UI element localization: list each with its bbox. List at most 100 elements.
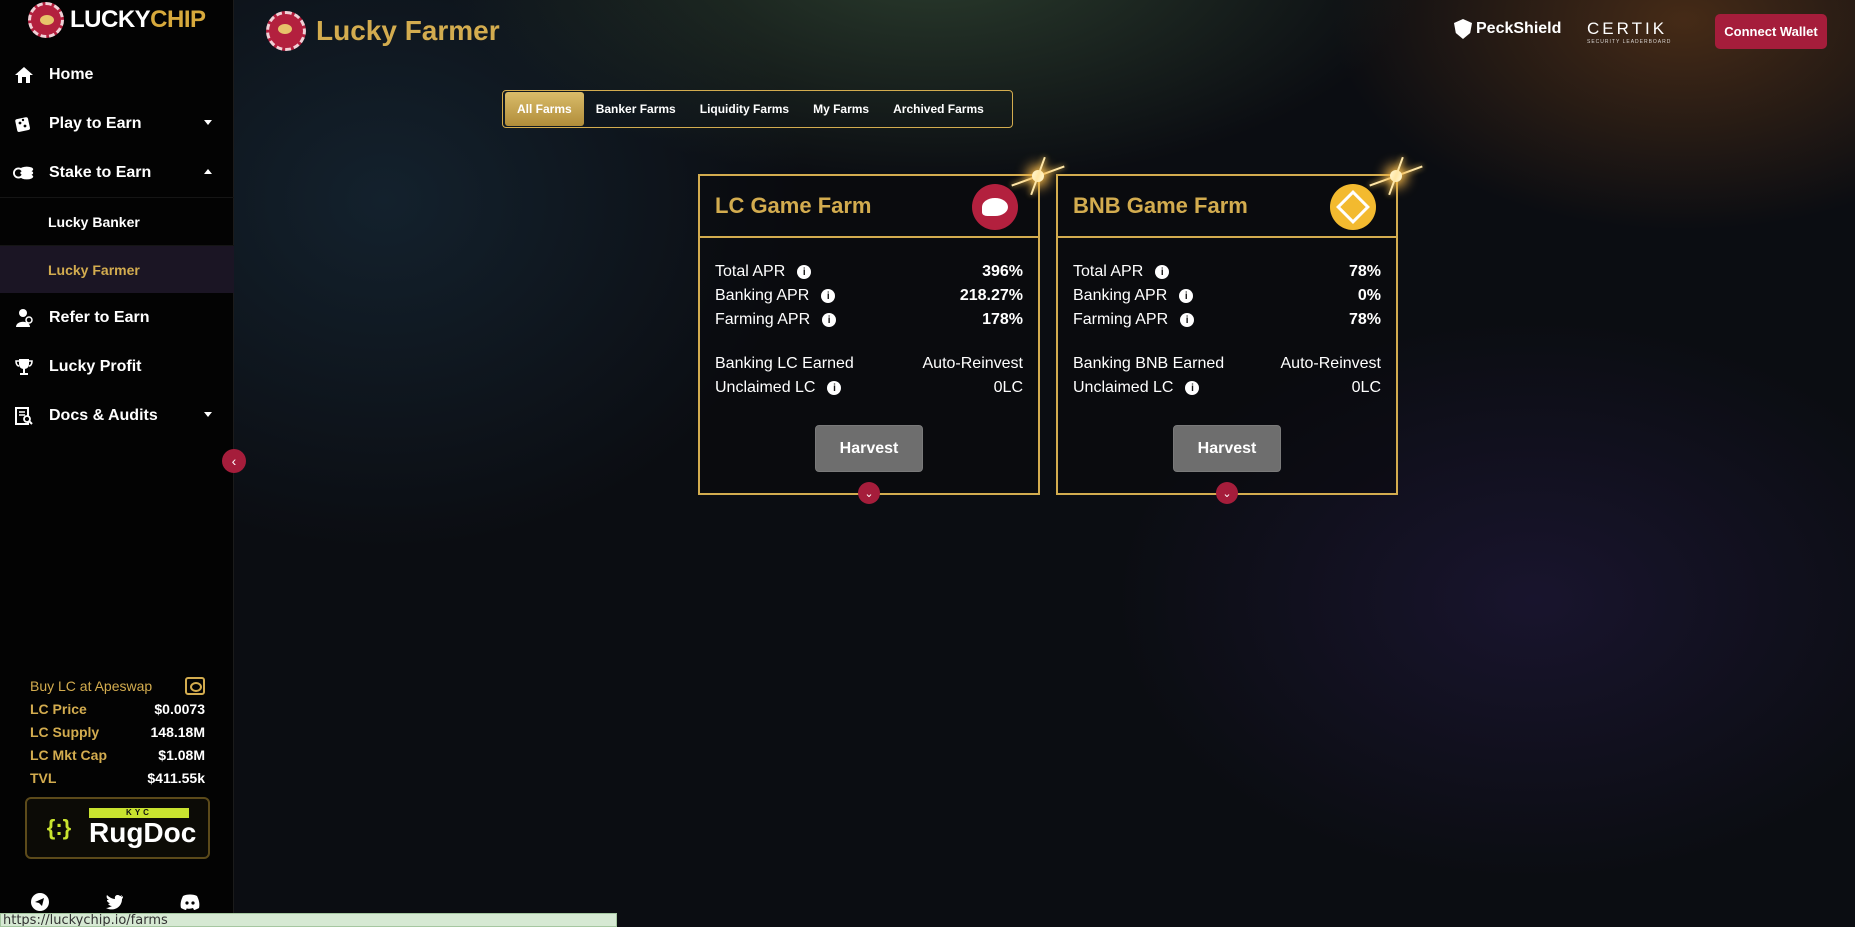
sidebar: LUCKYCHIP Home Play to Earn Stake to Ear… (0, 0, 234, 927)
banking-apr-row: Banking APR i 0% (1073, 284, 1381, 308)
farm-title: LC Game Farm (715, 193, 872, 218)
coins-icon (13, 162, 35, 184)
farm-card-bnb: BNB Game Farm Total APR i 78% Banking APR… (1056, 170, 1402, 504)
buy-lc-link[interactable]: Buy LC at Apeswap (30, 674, 205, 697)
expand-details-button[interactable]: ⌄ (858, 482, 880, 504)
banking-apr-row: Banking APR i 218.27% (715, 284, 1023, 308)
main-content: Lucky Farmer PeckShield CERTIK SECURITY … (234, 0, 1855, 927)
tab-my-farms[interactable]: My Farms (801, 92, 881, 126)
sidebar-item-refer-to-earn[interactable]: Refer to Earn (0, 293, 234, 342)
info-icon[interactable]: i (1180, 313, 1195, 327)
farm-card-header: LC Game Farm (700, 176, 1038, 238)
buy-lc-label: Buy LC at Apeswap (30, 677, 153, 694)
banking-apr-value: 0% (1357, 287, 1381, 304)
info-icon[interactable]: i (1185, 381, 1200, 395)
total-apr-value: 396% (982, 263, 1023, 280)
brand-name: LUCKYCHIP (70, 6, 206, 33)
user-add-icon (13, 307, 35, 329)
sidebar-item-stake-to-earn[interactable]: Stake to Earn (0, 148, 234, 197)
banking-apr-label: Banking APR (715, 287, 810, 304)
rugdoc-name: RugDoc (89, 817, 197, 848)
telegram-icon[interactable] (30, 892, 50, 912)
discord-icon[interactable] (180, 892, 200, 912)
brand-logo[interactable]: LUCKYCHIP (28, 2, 206, 38)
unclaimed-row: Unclaimed LC i 0LC (1073, 376, 1381, 400)
stat-row-lc-mkt-cap: LC Mkt Cap $1.08M (30, 743, 205, 766)
stat-value: $0.0073 (154, 700, 205, 717)
earned-value: Auto-Reinvest (1280, 355, 1382, 372)
banking-apr-value: 218.27% (959, 287, 1023, 304)
page-title: Lucky Farmer (316, 15, 500, 46)
tab-banker-farms[interactable]: Banker Farms (584, 92, 688, 126)
sidebar-item-lucky-profit[interactable]: Lucky Profit (0, 342, 234, 391)
token-stats: Buy LC at Apeswap LC Price $0.0073 LC Su… (30, 674, 205, 789)
total-apr-label: Total APR (1073, 263, 1144, 280)
stat-value: 148.18M (150, 723, 205, 740)
home-icon (13, 64, 35, 86)
sidebar-item-home[interactable]: Home (0, 50, 234, 99)
stat-label: LC Supply (30, 723, 100, 740)
farm-card-body: Total APR i 396% Banking APR i 218.27% Far… (700, 238, 1038, 400)
banking-apr-label: Banking APR (1073, 287, 1168, 304)
stat-value: $1.08M (158, 746, 205, 763)
chevron-left-icon: ‹ (231, 453, 237, 469)
peckshield-audit-link[interactable]: PeckShield (1454, 19, 1561, 39)
stat-label: LC Price (30, 700, 87, 717)
unclaimed-row: Unclaimed LC i 0LC (715, 376, 1023, 400)
info-icon[interactable]: i (821, 289, 836, 303)
chevron-down-icon (204, 120, 212, 125)
expand-details-button[interactable]: ⌄ (1216, 482, 1238, 504)
unclaimed-value: 0LC (993, 379, 1023, 396)
tab-all-farms[interactable]: All Farms (505, 92, 584, 126)
farming-apr-value: 78% (1348, 311, 1381, 328)
certik-audit-link[interactable]: CERTIK SECURITY LEADERBOARD (1587, 19, 1671, 45)
document-search-icon (13, 405, 35, 427)
chevron-down-icon (204, 412, 212, 417)
twitter-icon[interactable] (105, 892, 125, 912)
harvest-button[interactable]: Harvest (1173, 425, 1281, 472)
sidebar-subitem-lucky-farmer[interactable]: Lucky Farmer (0, 245, 234, 293)
farm-card-body: Total APR i 78% Banking APR i 0% Farming A… (1058, 238, 1396, 400)
tab-liquidity-farms[interactable]: Liquidity Farms (688, 92, 801, 126)
page-header: Lucky Farmer (266, 11, 500, 51)
sidebar-item-label: Home (49, 65, 94, 83)
sidebar-item-docs-audits[interactable]: Docs & Audits (0, 391, 234, 440)
sidebar-item-label: Refer to Earn (49, 308, 150, 326)
stat-value: $411.55k (147, 769, 205, 786)
info-icon[interactable]: i (797, 265, 812, 279)
info-icon[interactable]: i (1155, 265, 1170, 279)
stat-row-lc-supply: LC Supply 148.18M (30, 720, 205, 743)
chevron-up-icon (204, 169, 212, 174)
stat-row-lc-price: LC Price $0.0073 (30, 697, 205, 720)
sidebar-item-label: Docs & Audits (49, 406, 158, 424)
farming-apr-row: Farming APR i 178% (715, 308, 1023, 332)
rugdoc-kyc-badge[interactable]: {:} KYC RugDoc (25, 797, 210, 859)
farming-apr-row: Farming APR i 78% (1073, 308, 1381, 332)
luckychip-logo-icon (28, 2, 64, 38)
farm-filter-tabs: All Farms Banker Farms Liquidity Farms M… (502, 90, 1013, 128)
farm-title: BNB Game Farm (1073, 193, 1248, 218)
total-apr-row: Total APR i 396% (715, 260, 1023, 284)
earned-row: Banking LC Earned Auto-Reinvest (715, 352, 1023, 376)
lc-token-icon (972, 184, 1018, 230)
earned-label: Banking LC Earned (715, 355, 854, 372)
sidebar-collapse-button[interactable]: ‹ (222, 449, 246, 473)
total-apr-value: 78% (1348, 263, 1381, 280)
farming-apr-value: 178% (982, 311, 1023, 328)
connect-wallet-button[interactable]: Connect Wallet (1715, 14, 1827, 49)
sidebar-item-label: Lucky Profit (49, 357, 142, 375)
sidebar-subitem-lucky-banker[interactable]: Lucky Banker (0, 197, 234, 245)
stat-label: LC Mkt Cap (30, 746, 107, 763)
sidebar-item-play-to-earn[interactable]: Play to Earn (0, 99, 234, 148)
sidebar-item-label: Play to Earn (49, 114, 142, 132)
trophy-icon (13, 356, 35, 378)
info-icon[interactable]: i (1179, 289, 1194, 303)
info-icon[interactable]: i (827, 381, 842, 395)
sidebar-item-label: Stake to Earn (49, 163, 152, 181)
info-icon[interactable]: i (822, 313, 837, 327)
social-links (30, 892, 200, 912)
tab-archived-farms[interactable]: Archived Farms (881, 92, 996, 126)
sidebar-nav: Home Play to Earn Stake to Earn Lucky Ba… (0, 50, 234, 440)
harvest-button[interactable]: Harvest (815, 425, 923, 472)
certik-label: CERTIK (1587, 19, 1668, 38)
